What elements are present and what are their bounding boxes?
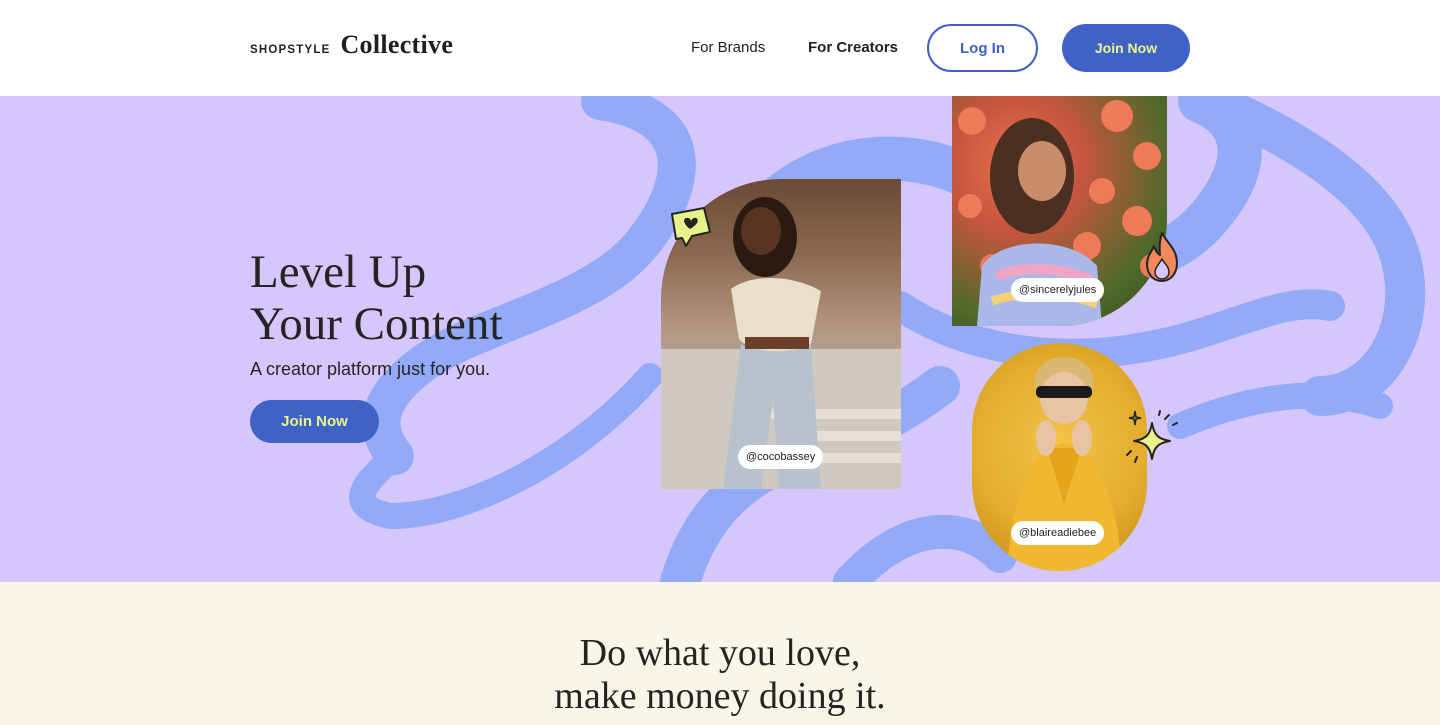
site-header: SHOPSTYLE Collective For Brands For Crea… <box>0 0 1440 96</box>
shopstyle-collective-logo[interactable]: SHOPSTYLE Collective <box>250 30 453 60</box>
heart-bubble-icon <box>671 207 711 247</box>
flame-icon <box>1146 232 1178 282</box>
nav-for-creators[interactable]: For Creators <box>808 39 898 56</box>
logo-collective-text: Collective <box>340 30 454 59</box>
sparkle-icon <box>1126 410 1178 463</box>
creator-tag-blaireadiebee[interactable]: @blaireadiebee <box>1011 521 1105 545</box>
hero-title: Level Up Your Content <box>250 246 502 350</box>
login-button[interactable]: Log In <box>927 24 1038 72</box>
creator-tag-sincerelyjules[interactable]: @sincerelyjules <box>1011 278 1105 302</box>
value-prop-title-line2: make money doing it. <box>554 675 886 717</box>
hero-section: Level Up Your Content A creator platform… <box>0 96 1440 582</box>
hero-subtitle: A creator platform just for you. <box>250 359 491 379</box>
value-prop-title-line1: Do what you love, <box>579 632 861 674</box>
creator-tag-cocobassey[interactable]: @cocobassey <box>738 445 824 469</box>
nav-for-brands[interactable]: For Brands <box>691 39 765 56</box>
logo-shopstyle-text: SHOPSTYLE <box>250 44 331 56</box>
header-join-now-button[interactable]: Join Now <box>1062 24 1190 72</box>
value-prop-section: Do what you love, make money doing it. <box>0 582 1440 725</box>
hero-join-now-button[interactable]: Join Now <box>250 400 379 443</box>
hero-title-line2: Your Content <box>250 298 503 350</box>
value-prop-title: Do what you love, make money doing it. <box>0 632 1440 718</box>
hero-title-line1: Level Up <box>250 246 427 298</box>
